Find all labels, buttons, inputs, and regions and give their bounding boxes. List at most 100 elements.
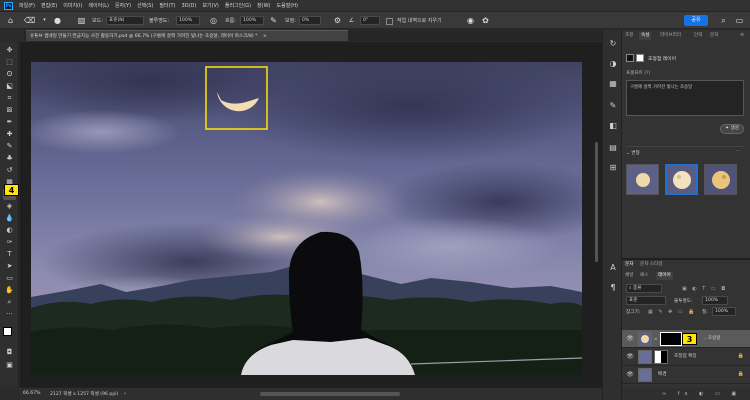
menu-window[interactable]: 창(W) [254, 2, 273, 9]
settings-gear-icon[interactable]: ⚙ [332, 15, 343, 26]
document-tab[interactable]: 유튜브 썸네일 만들기 연금지능 사진 활용하기.psd @ 66.7% (구름… [26, 30, 348, 41]
frame-tool-icon[interactable]: ⊠ [3, 105, 16, 116]
airbrush-icon[interactable]: ✎ [268, 15, 279, 26]
quick-mask-icon[interactable]: ◘ [3, 347, 16, 358]
symmetry-icon[interactable]: ✿ [480, 15, 491, 26]
layer-mask-thumbnail[interactable] [660, 332, 682, 346]
eye-icon[interactable]: 👁 [626, 371, 634, 379]
marquee-tool-icon[interactable]: ⬚ [3, 57, 16, 68]
more-options-icon[interactable]: ··· [736, 148, 741, 154]
path-selection-icon[interactable]: ➤ [3, 261, 16, 272]
zoom-level[interactable]: 66.67% [23, 391, 41, 396]
flow-field[interactable]: 100% [240, 16, 264, 25]
hand-tool-icon[interactable]: ✋ [3, 285, 16, 296]
tab-libraries[interactable]: 라이브러리 [660, 32, 681, 40]
history-brush-icon[interactable]: ↺ [3, 165, 16, 176]
search-icon[interactable]: ⌕ [718, 15, 729, 26]
layer-mask-thumbnail[interactable] [654, 350, 668, 364]
chevron-down-icon[interactable]: ▾ [39, 15, 50, 26]
tab-paragraph[interactable]: 단락 [694, 32, 702, 40]
layer-row-expand[interactable]: 👁 조정점 확장 🔒 [622, 348, 750, 366]
menu-view[interactable]: 보기(V) [199, 2, 222, 9]
blur-tool-icon[interactable]: 💧 [3, 213, 16, 224]
menu-plugins[interactable]: 플러그인(G) [222, 2, 254, 9]
history-panel-icon[interactable]: ↻ [607, 38, 619, 50]
tab-character-style[interactable]: 문자 스타일 [640, 261, 663, 269]
canvas-area[interactable] [20, 42, 602, 387]
horizontal-scrollbar[interactable] [260, 392, 400, 396]
brush-tool-icon[interactable]: ✎ [3, 141, 16, 152]
menu-help[interactable]: 도움말(H) [274, 2, 301, 9]
close-tab-icon[interactable]: × [263, 34, 267, 39]
brush-preset-icon[interactable]: ● [52, 15, 63, 26]
clone-stamp-icon[interactable]: ♣ [3, 153, 16, 164]
photoshop-logo[interactable]: Ps [4, 1, 13, 10]
rectangle-tool-icon[interactable]: ▭ [3, 273, 16, 284]
layer-filter-select[interactable]: ⌕ 종류 [626, 284, 662, 293]
zoom-tool-icon[interactable]: ⌕ [3, 297, 16, 308]
color-panel-icon[interactable]: ◑ [607, 58, 619, 70]
tab-paths[interactable]: 패스 [640, 272, 648, 280]
filter-icons[interactable]: ▣ ◐ T ▭ ◘ [682, 286, 727, 292]
home-icon[interactable]: ⌂ [5, 15, 16, 26]
menu-type[interactable]: 문자(Y) [112, 2, 134, 9]
angle-field[interactable]: 0° [360, 16, 380, 25]
character-panel-icon[interactable]: A [607, 262, 619, 274]
layer-name[interactable]: 조정점 확장 [674, 353, 697, 359]
status-arrow-icon[interactable]: › [124, 391, 126, 397]
variation-thumbnail-2[interactable] [665, 164, 698, 195]
menu-layer[interactable]: 레이어(L) [85, 2, 112, 9]
panel-menu-icon[interactable]: ≡ [740, 32, 744, 38]
glyphs-panel-icon[interactable]: ⊞ [607, 162, 619, 174]
paragraph-panel-icon[interactable]: ¶ [607, 282, 619, 294]
layer-opacity-field[interactable]: 100% [702, 296, 728, 305]
pressure-size-icon[interactable]: ◉ [465, 15, 476, 26]
layers-footer-actions[interactable]: ∞ fx ◐ ▭ ▣ ⊕ 🗑 [622, 388, 750, 400]
layer-thumbnail[interactable] [638, 368, 652, 382]
menu-file[interactable]: 파일(F) [16, 2, 38, 9]
healing-brush-icon[interactable]: ✚ [3, 129, 16, 140]
tab-adjustments[interactable]: 조정 [625, 32, 633, 40]
lasso-tool-icon[interactable]: ʘ [3, 69, 16, 80]
eraser-tool-icon[interactable]: ⌫ [24, 15, 35, 26]
tab-layers[interactable]: 레이어 [656, 272, 673, 280]
fill-field[interactable]: 100% [712, 307, 736, 316]
tab-channels[interactable]: 채널 [625, 272, 633, 280]
tab-character-top[interactable]: 문자 [625, 261, 633, 269]
eyedropper-icon[interactable]: ✒ [3, 117, 16, 128]
layer-thumbnail[interactable] [638, 332, 652, 346]
menu-image[interactable]: 이미지(I) [60, 2, 85, 9]
menu-select[interactable]: 선택(S) [134, 2, 156, 9]
screen-mode-icon[interactable]: ▣ [3, 360, 16, 371]
layer-thumbnail[interactable] [638, 350, 652, 364]
menu-edit[interactable]: 편집(E) [38, 2, 60, 9]
eye-icon[interactable]: 👁 [626, 335, 634, 343]
tab-properties[interactable]: 속성 [639, 32, 652, 40]
variation-thumbnail-3[interactable] [704, 164, 737, 195]
tab-character[interactable]: 문자 [710, 32, 718, 40]
brush-panel-icon[interactable]: ✎ [607, 100, 619, 112]
blend-mode-select[interactable]: 표준 [626, 296, 666, 305]
variation-thumbnail-1[interactable] [626, 164, 659, 195]
lock-icons[interactable]: ▦ ✎ ✥ ▭ 🔒 [648, 309, 696, 315]
dodge-tool-icon[interactable]: ◐ [3, 225, 16, 236]
smoothing-field[interactable]: 0% [299, 16, 321, 25]
crop-tool-icon[interactable]: ⌗ [3, 93, 16, 104]
pen-tool-icon[interactable]: ✑ [3, 237, 16, 248]
adjustments-panel-icon[interactable]: ◧ [607, 120, 619, 132]
link-icon[interactable]: ∞ [654, 336, 657, 341]
menu-filter[interactable]: 필터(T) [156, 2, 178, 9]
libraries-panel-icon[interactable]: ▤ [607, 142, 619, 154]
layer-name[interactable]: 배경 [658, 371, 666, 377]
generate-button[interactable]: ✦ 생성 [720, 124, 744, 134]
move-tool-icon[interactable]: ✥ [3, 45, 16, 56]
mask-icon[interactable] [636, 54, 644, 62]
prompt-textarea[interactable]: 구름에 살짝 가려진 빛나는 초승달 [626, 80, 744, 116]
workspace-icon[interactable]: ▭ [734, 15, 745, 26]
layer-row-background[interactable]: 👁 배경 🔒 [622, 366, 750, 384]
more-tools-icon[interactable]: ··· [3, 309, 16, 320]
opacity-field[interactable]: 100% [176, 16, 200, 25]
layer-name[interactable]: ... 초승달 [702, 335, 721, 341]
swatches-panel-icon[interactable]: ▦ [607, 78, 619, 90]
type-tool-icon[interactable]: T [3, 249, 16, 260]
